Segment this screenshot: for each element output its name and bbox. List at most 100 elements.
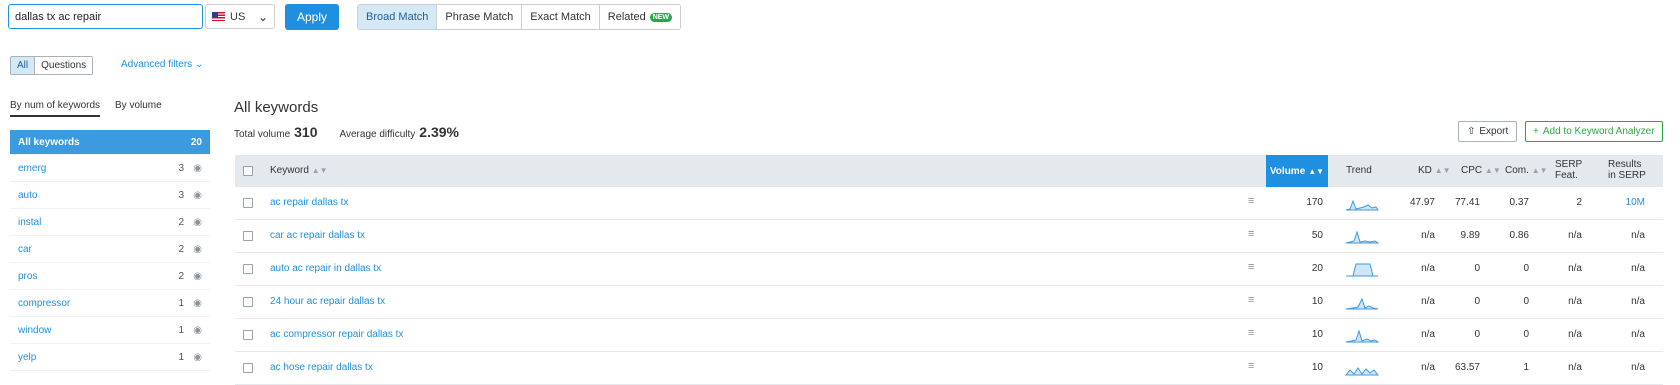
volume-value: 50 bbox=[1311, 230, 1323, 241]
sidebar-tab-by-volume[interactable]: By volume bbox=[115, 100, 162, 111]
sidebar-item-window[interactable]: window 1 ◉ bbox=[10, 317, 210, 344]
column-kd[interactable]: KD ▲▼ bbox=[1418, 165, 1451, 176]
add-to-keyword-analyzer-button[interactable]: + Add to Keyword Analyzer bbox=[1525, 121, 1663, 142]
column-keyword[interactable]: Keyword ▲▼ bbox=[270, 165, 328, 176]
filter-questions-button[interactable]: Questions bbox=[35, 57, 93, 74]
sidebar-item-label: car bbox=[18, 243, 32, 255]
sidebar-item-label: pros bbox=[18, 270, 38, 282]
sidebar-item-yelp[interactable]: yelp 1 ◉ bbox=[10, 344, 210, 371]
com-value: 0 bbox=[1523, 329, 1529, 340]
column-keyword-label: Keyword bbox=[270, 165, 309, 176]
eye-icon[interactable]: ◉ bbox=[184, 271, 202, 282]
volume-value: 10 bbox=[1311, 362, 1323, 373]
trend-sparkline bbox=[1346, 263, 1378, 277]
add-to-list-icon[interactable]: ≡ bbox=[1248, 327, 1254, 339]
tab-related-label: Related bbox=[607, 11, 646, 23]
sidebar-tab-by-num-keywords[interactable]: By num of keywords bbox=[10, 100, 101, 117]
sidebar-item-label: window bbox=[18, 324, 52, 336]
sidebar-item-label: instal bbox=[18, 216, 42, 228]
table-row: ac hose repair dallas tx ≡ 10 n/a 63.57 … bbox=[235, 352, 1663, 385]
kd-value: n/a bbox=[1421, 296, 1435, 307]
sidebar-item-pros[interactable]: pros 2 ◉ bbox=[10, 263, 210, 290]
cpc-value: 77.41 bbox=[1454, 197, 1480, 208]
table-row: ac compressor repair dallas tx ≡ 10 n/a … bbox=[235, 319, 1663, 352]
kd-value: n/a bbox=[1421, 263, 1435, 274]
sidebar-item-instal[interactable]: instal 2 ◉ bbox=[10, 209, 210, 236]
add-to-list-icon[interactable]: ≡ bbox=[1248, 261, 1254, 273]
eye-icon[interactable]: ◉ bbox=[184, 244, 202, 255]
column-serp-label: SERP bbox=[1555, 159, 1583, 170]
filter-all-button[interactable]: All bbox=[11, 57, 36, 74]
column-volume[interactable]: Volume ▲▼ bbox=[1266, 155, 1328, 187]
advanced-filters-label: Advanced filters bbox=[121, 59, 193, 70]
row-checkbox[interactable] bbox=[243, 297, 253, 307]
tab-related[interactable]: Related NEW bbox=[599, 5, 681, 29]
sidebar-item-car[interactable]: car 2 ◉ bbox=[10, 236, 210, 263]
advanced-filters-toggle[interactable]: Advanced filters ⌄ bbox=[121, 59, 203, 70]
column-com[interactable]: Com. ▲▼ bbox=[1505, 165, 1548, 176]
table-header: Keyword ▲▼ Volume ▲▼ Trend KD ▲▼ CPC ▲▼ … bbox=[235, 155, 1663, 187]
keyword-link[interactable]: ac compressor repair dallas tx bbox=[270, 329, 403, 340]
sidebar-item-emerg[interactable]: emerg 3 ◉ bbox=[10, 155, 210, 182]
keyword-link[interactable]: auto ac repair in dallas tx bbox=[270, 263, 381, 274]
eye-icon[interactable]: ◉ bbox=[184, 163, 202, 174]
table-row: car ac repair dallas tx ≡ 50 n/a 9.89 0.… bbox=[235, 220, 1663, 253]
row-checkbox[interactable] bbox=[243, 264, 253, 274]
plus-icon: + bbox=[1533, 126, 1539, 137]
serp-features-value: 2 bbox=[1576, 197, 1582, 208]
column-serp-features[interactable]: SERP Feat. bbox=[1555, 159, 1582, 181]
us-flag-icon bbox=[212, 12, 225, 21]
results-value[interactable]: 10M bbox=[1605, 197, 1645, 208]
row-checkbox[interactable] bbox=[243, 231, 253, 241]
row-checkbox[interactable] bbox=[243, 363, 253, 373]
export-button[interactable]: ⇧ Export bbox=[1458, 121, 1518, 142]
select-all-checkbox[interactable] bbox=[243, 166, 253, 176]
tab-broad-match[interactable]: Broad Match bbox=[358, 5, 438, 29]
eye-icon[interactable]: ◉ bbox=[184, 298, 202, 309]
sidebar-item-compressor[interactable]: compressor 1 ◉ bbox=[10, 290, 210, 317]
column-results[interactable]: Results in SERP bbox=[1608, 159, 1646, 181]
sort-icon: ▲▼ bbox=[1434, 166, 1451, 175]
row-checkbox[interactable] bbox=[243, 330, 253, 340]
sidebar-item-count: 20 bbox=[190, 136, 202, 148]
keyword-link[interactable]: car ac repair dallas tx bbox=[270, 230, 365, 241]
tab-phrase-match[interactable]: Phrase Match bbox=[437, 5, 523, 29]
column-cpc[interactable]: CPC ▲▼ bbox=[1461, 165, 1501, 176]
kd-value: 47.97 bbox=[1409, 197, 1435, 208]
totals-summary: Total volume 310 Average difficulty 2.39… bbox=[234, 124, 459, 140]
tab-exact-match[interactable]: Exact Match bbox=[522, 5, 600, 29]
cpc-value: 0 bbox=[1474, 263, 1480, 274]
match-type-tabs: Broad Match Phrase Match Exact Match Rel… bbox=[357, 4, 682, 30]
keyword-search-input[interactable] bbox=[8, 4, 203, 29]
add-to-list-icon[interactable]: ≡ bbox=[1248, 195, 1254, 207]
apply-button[interactable]: Apply bbox=[285, 4, 339, 30]
serp-features-value: n/a bbox=[1568, 329, 1582, 340]
keyword-link[interactable]: ac repair dallas tx bbox=[270, 197, 348, 208]
trend-sparkline bbox=[1345, 329, 1379, 343]
database-select[interactable]: US ⌄ bbox=[205, 4, 275, 29]
kd-value: n/a bbox=[1421, 329, 1435, 340]
row-checkbox[interactable] bbox=[243, 198, 253, 208]
table-row: 24 hour ac repair dallas tx ≡ 10 n/a 0 0… bbox=[235, 286, 1663, 319]
column-cpc-label: CPC bbox=[1461, 165, 1483, 176]
add-to-list-icon[interactable]: ≡ bbox=[1248, 294, 1254, 306]
keyword-link[interactable]: 24 hour ac repair dallas tx bbox=[270, 296, 385, 307]
add-to-list-icon[interactable]: ≡ bbox=[1248, 360, 1254, 372]
serp-features-value: n/a bbox=[1568, 296, 1582, 307]
sidebar-item-all-keywords[interactable]: All keywords 20 bbox=[10, 130, 210, 155]
eye-icon[interactable]: ◉ bbox=[184, 325, 202, 336]
keyword-group-list: All keywords 20 emerg 3 ◉ auto 3 ◉ insta… bbox=[10, 130, 210, 371]
eye-icon[interactable]: ◉ bbox=[184, 190, 202, 201]
eye-icon[interactable]: ◉ bbox=[184, 217, 202, 228]
sidebar-item-auto[interactable]: auto 3 ◉ bbox=[10, 182, 210, 209]
trend-sparkline bbox=[1345, 230, 1379, 244]
add-to-list-icon[interactable]: ≡ bbox=[1248, 228, 1254, 240]
chevron-down-icon: ⌄ bbox=[194, 59, 204, 70]
new-badge: NEW bbox=[649, 12, 673, 22]
trend-sparkline bbox=[1345, 199, 1379, 211]
eye-icon[interactable]: ◉ bbox=[184, 352, 202, 363]
sidebar-item-label: yelp bbox=[18, 351, 37, 363]
total-volume-value: 310 bbox=[294, 124, 318, 140]
results-value: n/a bbox=[1631, 230, 1645, 241]
keyword-link[interactable]: ac hose repair dallas tx bbox=[270, 362, 373, 373]
